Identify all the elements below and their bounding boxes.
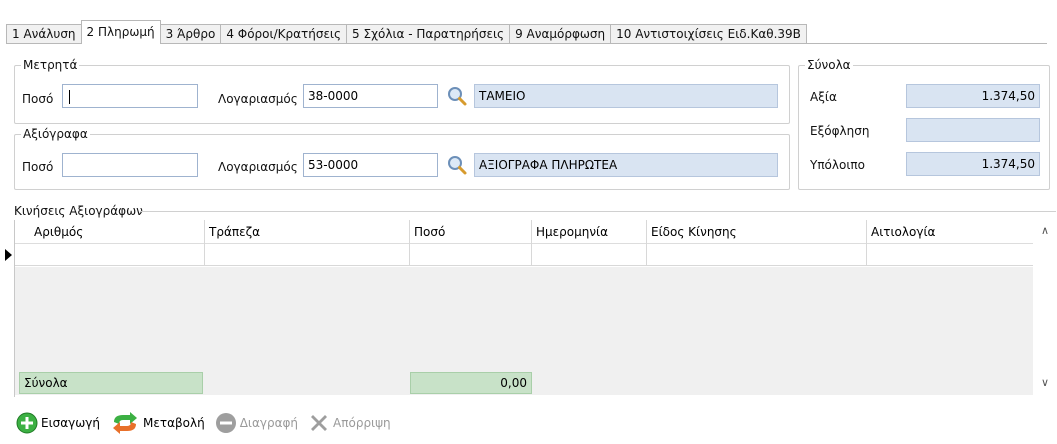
checks-account-label: Λογαριασμός — [218, 160, 298, 174]
totals-settlement — [906, 118, 1040, 142]
column-movement-type[interactable]: Είδος Κίνησης — [647, 220, 867, 244]
refresh-arrows-icon — [113, 412, 138, 434]
modify-button[interactable]: Μεταβολή — [110, 412, 205, 434]
insert-label: Εισαγωγή — [41, 416, 101, 430]
delete-label: Διαγραφή — [239, 416, 299, 430]
grid-footer-label: Σύνολα — [19, 372, 203, 394]
add-icon — [16, 412, 38, 434]
tab-article[interactable]: 3 Άρθρο — [159, 24, 222, 44]
action-toolbar: Εισαγωγή Μεταβολή Διαγραφή Απόρριψη — [16, 410, 401, 436]
minus-icon — [215, 413, 236, 433]
table-row[interactable] — [15, 244, 1033, 266]
tab-analysis[interactable]: 1 Ανάλυση — [6, 24, 82, 44]
totals-settlement-label: Εξόφληση — [810, 124, 870, 138]
column-number[interactable]: Αριθμός — [30, 220, 205, 244]
tab-mappings[interactable]: 10 Αντιστοιχίσεις Ειδ.Καθ.39Β — [610, 24, 807, 44]
delete-button[interactable]: Διαγραφή — [215, 412, 298, 434]
tab-payment[interactable]: 2 Πληρωμή — [80, 20, 161, 44]
tab-taxes[interactable]: 4 Φόροι/Κρατήσεις — [220, 24, 348, 44]
grid-header: Αριθμός Τράπεζα Ποσό Ημερομηνία Είδος Κί… — [15, 220, 1033, 244]
column-date[interactable]: Ημερομηνία — [532, 220, 647, 244]
text-caret — [69, 89, 70, 104]
checks-legend: Αξιόγραφα — [23, 127, 88, 141]
cash-account-label: Λογαριασμός — [218, 92, 298, 106]
movements-legend: Κινήσεις Αξιογράφων — [14, 204, 143, 218]
tab-divider — [6, 43, 1047, 44]
search-icon[interactable] — [446, 85, 468, 107]
cash-account-name: ΤΑΜΕΙΟ — [474, 84, 778, 108]
movements-grid[interactable]: Αριθμός Τράπεζα Ποσό Ημερομηνία Είδος Κί… — [14, 220, 1056, 397]
column-amount[interactable]: Ποσό — [410, 220, 532, 244]
column-bank[interactable]: Τράπεζα — [205, 220, 410, 244]
current-row-indicator — [5, 249, 12, 261]
totals-balance-label: Υπόλοιπο — [810, 158, 865, 172]
modify-label: Μεταβολή — [143, 416, 205, 430]
checks-account-name: ΑΞΙΟΓΡΑΦΑ ΠΛΗΡΩΤΕΑ — [474, 153, 778, 177]
tab-reformation[interactable]: 9 Αναμόρφωση — [509, 24, 612, 44]
cash-amount-input[interactable] — [62, 84, 198, 108]
tab-comments[interactable]: 5 Σχόλια - Παρατηρήσεις — [346, 24, 511, 44]
close-icon — [311, 415, 328, 431]
reject-button[interactable]: Απόρριψη — [308, 412, 391, 434]
scroll-down-icon[interactable]: ∨ — [1041, 376, 1049, 389]
insert-button[interactable]: Εισαγωγή — [16, 412, 100, 434]
totals-legend: Σύνολα — [807, 58, 851, 72]
totals-value-label: Αξία — [810, 90, 837, 104]
checks-amount-input[interactable] — [62, 153, 198, 177]
checks-account-input[interactable]: 53-0000 — [303, 153, 438, 177]
tab-strip: 1 Ανάλυση 2 Πληρωμή 3 Άρθρο 4 Φόροι/Κρατ… — [6, 20, 807, 44]
column-reason[interactable]: Αιτιολογία — [867, 220, 1033, 244]
totals-balance: 1.374,50 — [906, 152, 1040, 176]
search-icon[interactable] — [446, 154, 468, 176]
vertical-scrollbar[interactable]: ∧ ∨ — [1038, 220, 1056, 395]
reject-label: Απόρριψη — [333, 416, 391, 430]
checks-amount-label: Ποσό — [22, 160, 54, 174]
cash-legend: Μετρητά — [23, 58, 78, 72]
totals-value: 1.374,50 — [906, 84, 1040, 108]
cash-account-input[interactable]: 38-0000 — [303, 84, 438, 108]
grid-footer-amount: 0,00 — [410, 372, 532, 394]
movements-divider — [140, 211, 1056, 212]
cash-amount-label: Ποσό — [22, 92, 54, 106]
scroll-up-icon[interactable]: ∧ — [1041, 224, 1049, 237]
